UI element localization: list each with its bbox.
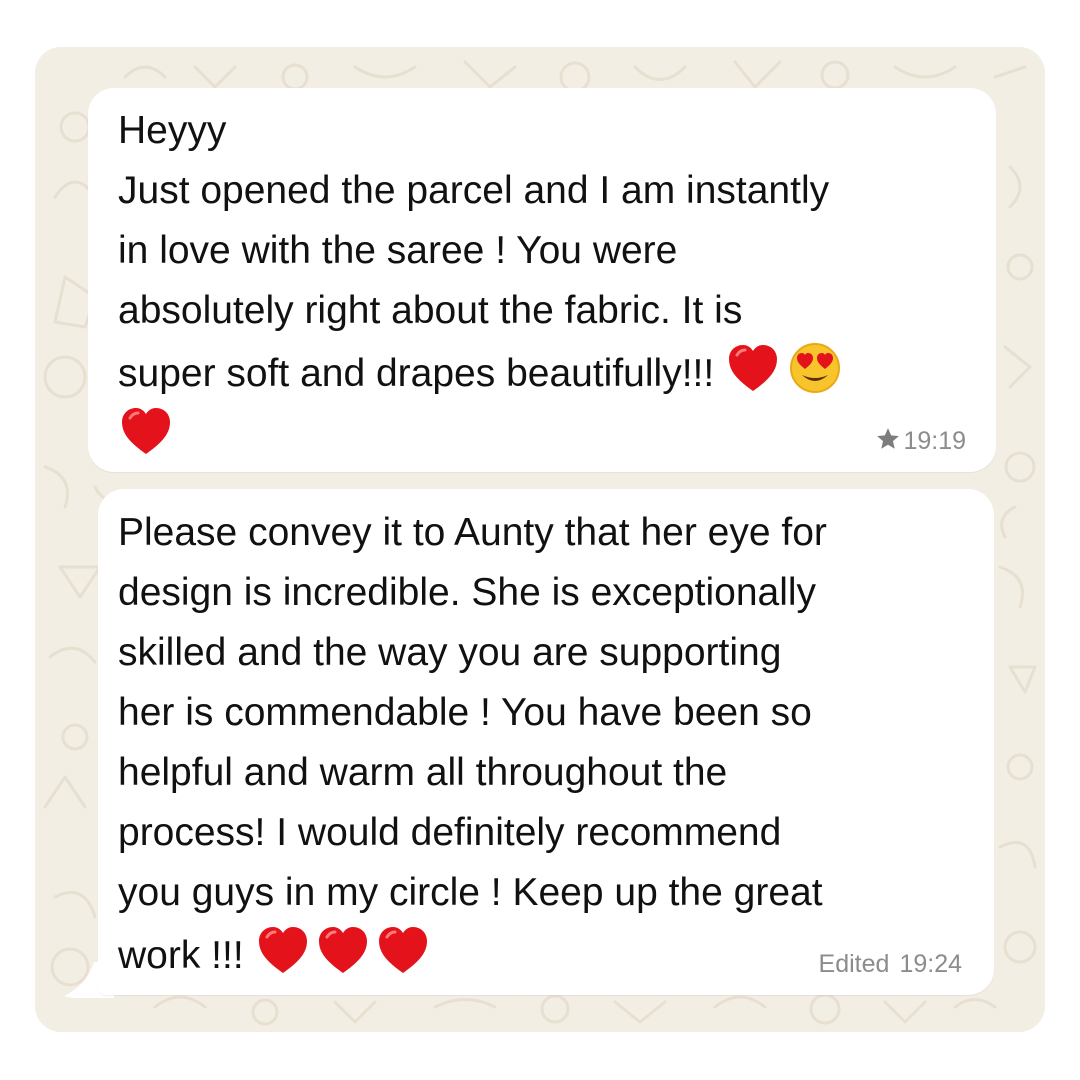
red-heart-icon bbox=[725, 341, 781, 395]
message-2-text: Please convey it to Aunty that her eye f… bbox=[118, 503, 978, 986]
message-1-line-5: super soft and drapes beautifully!!! bbox=[118, 352, 715, 395]
message-2-line-2: design is incredible. She is exceptional… bbox=[118, 571, 817, 614]
red-heart-icon bbox=[118, 404, 174, 458]
message-1-meta: 19:19 bbox=[875, 426, 966, 456]
message-2-line-3: skilled and the way you are supporting bbox=[118, 631, 782, 674]
message-bubble-2[interactable]: Please convey it to Aunty that her eye f… bbox=[98, 489, 994, 995]
message-1-line-1: Heyyy bbox=[118, 109, 227, 152]
message-1-line-4: absolutely right about the fabric. It is bbox=[118, 289, 743, 332]
message-2-line-5: helpful and warm all throughout the bbox=[118, 751, 728, 794]
edited-label: Edited bbox=[818, 950, 890, 978]
message-2-line-1: Please convey it to Aunty that her eye f… bbox=[118, 511, 827, 554]
message-2-meta: Edited 19:24 bbox=[819, 949, 962, 979]
chat-background: Heyyy Just opened the parcel and I am in… bbox=[35, 47, 1045, 1032]
message-1-line-3: in love with the saree ! You were bbox=[118, 229, 678, 272]
message-2-time: 19:24 bbox=[899, 950, 962, 978]
star-icon bbox=[875, 426, 901, 452]
red-heart-icon bbox=[315, 923, 371, 977]
red-heart-icon bbox=[375, 923, 431, 977]
message-bubble-1[interactable]: Heyyy Just opened the parcel and I am in… bbox=[88, 88, 996, 472]
message-1-time: 19:19 bbox=[903, 427, 966, 455]
red-heart-icon bbox=[255, 923, 311, 977]
smiling-face-with-heart-eyes-icon bbox=[787, 341, 843, 395]
message-2-line-7: you guys in my circle ! Keep up the grea… bbox=[118, 871, 823, 914]
message-2-line-6: process! I would definitely recommend bbox=[118, 811, 782, 854]
message-2-line-8: work !!! bbox=[118, 934, 244, 977]
message-2-line-4: her is commendable ! You have been so bbox=[118, 691, 812, 734]
message-1-line-2: Just opened the parcel and I am instantl… bbox=[118, 169, 830, 212]
message-1-text: Heyyy Just opened the parcel and I am in… bbox=[118, 101, 978, 467]
